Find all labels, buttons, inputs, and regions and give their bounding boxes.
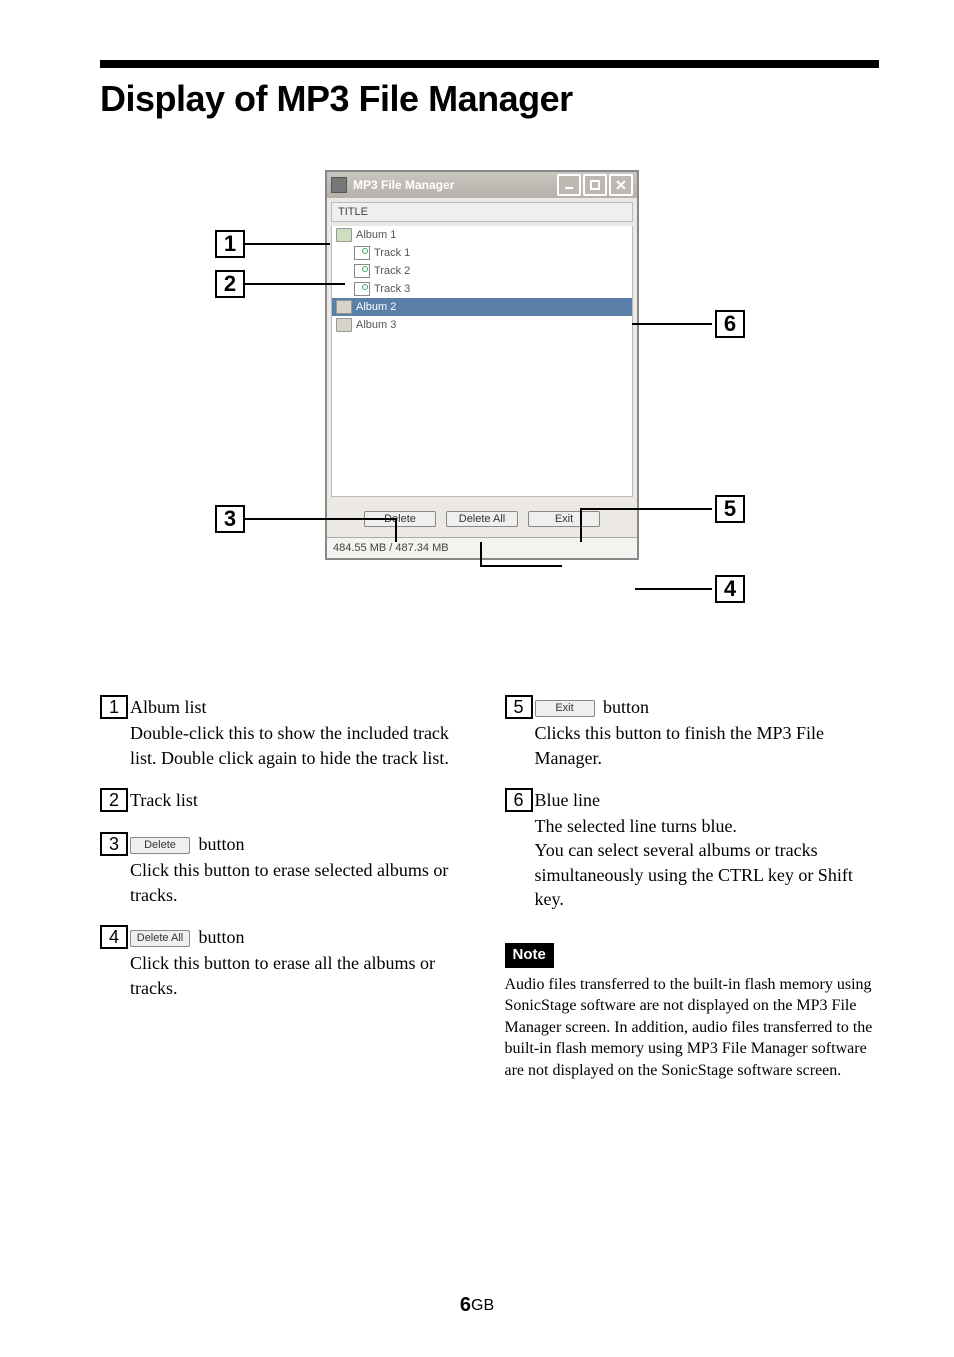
exit-button-inline: Exit xyxy=(535,700,595,717)
album-label: Album 3 xyxy=(356,319,396,331)
page-region: GB xyxy=(471,1297,494,1314)
leader-line xyxy=(480,542,482,565)
ref-4: 4 xyxy=(100,925,128,949)
desc-title: Delete All button xyxy=(130,925,475,949)
desc-item-2: 2 Track list xyxy=(100,788,475,814)
track-row[interactable]: Track 2 xyxy=(332,262,632,280)
track-icon xyxy=(354,246,370,260)
callout-5: 5 xyxy=(715,495,745,523)
leader-line xyxy=(480,565,562,567)
callout-4: 4 xyxy=(715,575,745,603)
track-label: Track 3 xyxy=(374,283,410,295)
desc-body: Click this button to erase all the album… xyxy=(130,951,475,1000)
header-rule xyxy=(100,60,879,68)
desc-title: Exit button xyxy=(535,695,880,719)
desc-body: The selected line turns blue. xyxy=(535,814,880,838)
page-number: 6 xyxy=(460,1294,471,1316)
desc-item-6: 6 Blue line The selected line turns blue… xyxy=(505,788,880,911)
leader-line xyxy=(632,323,712,325)
album-row[interactable]: Album 3 xyxy=(332,316,632,334)
track-icon xyxy=(354,264,370,278)
titlebar[interactable]: MP3 File Manager xyxy=(327,172,637,198)
track-row[interactable]: Track 3 xyxy=(332,280,632,298)
ref-1: 1 xyxy=(100,695,128,719)
desc-item-4: 4 Delete All button Click this button to… xyxy=(100,925,475,1000)
desc-title: Blue line xyxy=(535,788,880,812)
figure: MP3 File Manager TITLE Album 1 Track 1 T… xyxy=(100,170,879,670)
minimize-icon[interactable] xyxy=(557,174,581,196)
app-icon xyxy=(331,177,347,193)
desc-title: Album list xyxy=(130,695,475,719)
ref-5: 5 xyxy=(505,695,533,719)
track-icon xyxy=(354,282,370,296)
description-columns: 1 Album list Double-click this to show t… xyxy=(100,695,879,1082)
desc-body: You can select several albums or tracks … xyxy=(535,838,880,911)
maximize-icon[interactable] xyxy=(583,174,607,196)
exit-button[interactable]: Exit xyxy=(528,511,600,527)
ref-2: 2 xyxy=(100,788,128,812)
callout-1: 1 xyxy=(215,230,245,258)
desc-item-5: 5 Exit button Clicks this button to fini… xyxy=(505,695,880,770)
album-row[interactable]: Album 1 xyxy=(332,226,632,244)
desc-title: Track list xyxy=(130,788,475,812)
callout-2: 2 xyxy=(215,270,245,298)
leader-line xyxy=(395,518,397,542)
track-row[interactable]: Track 1 xyxy=(332,244,632,262)
folder-icon xyxy=(336,318,352,332)
delete-all-button[interactable]: Delete All xyxy=(446,511,518,527)
album-label: Album 2 xyxy=(356,301,396,313)
leader-line xyxy=(245,243,330,245)
note-body: Audio files transferred to the built-in … xyxy=(505,974,880,1082)
page-title: Display of MP3 File Manager xyxy=(100,78,879,120)
app-window: MP3 File Manager TITLE Album 1 Track 1 T… xyxy=(325,170,639,560)
delete-button-inline: Delete xyxy=(130,837,190,854)
button-bar: Delete Delete All Exit xyxy=(327,497,637,537)
folder-open-icon xyxy=(336,228,352,242)
ref-3: 3 xyxy=(100,832,128,856)
track-label: Track 2 xyxy=(374,265,410,277)
delete-all-button-inline: Delete All xyxy=(130,930,190,947)
track-label: Track 1 xyxy=(374,247,410,259)
leader-line xyxy=(245,518,395,520)
desc-title: Delete button xyxy=(130,832,475,856)
window-title: MP3 File Manager xyxy=(353,178,555,192)
desc-body: Click this button to erase selected albu… xyxy=(130,858,475,907)
callout-3: 3 xyxy=(215,505,245,533)
album-label: Album 1 xyxy=(356,229,396,241)
status-bar: 484.55 MB / 487.34 MB xyxy=(327,537,637,558)
album-row-selected[interactable]: Album 2 xyxy=(332,298,632,316)
leader-line xyxy=(245,283,345,285)
close-icon[interactable] xyxy=(609,174,633,196)
folder-icon xyxy=(336,300,352,314)
desc-body: Double-click this to show the included t… xyxy=(130,721,475,770)
ref-6: 6 xyxy=(505,788,533,812)
desc-item-1: 1 Album list Double-click this to show t… xyxy=(100,695,475,770)
leader-line xyxy=(580,508,582,542)
tree-view[interactable]: Album 1 Track 1 Track 2 Track 3 Album 2 … xyxy=(331,226,633,497)
desc-body: Clicks this button to finish the MP3 Fil… xyxy=(535,721,880,770)
page-footer: 6GB xyxy=(0,1294,954,1317)
leader-line xyxy=(580,508,712,510)
callout-6: 6 xyxy=(715,310,745,338)
note-label: Note xyxy=(505,943,554,967)
leader-line xyxy=(635,588,712,590)
desc-item-3: 3 Delete button Click this button to era… xyxy=(100,832,475,907)
column-header[interactable]: TITLE xyxy=(331,202,633,222)
